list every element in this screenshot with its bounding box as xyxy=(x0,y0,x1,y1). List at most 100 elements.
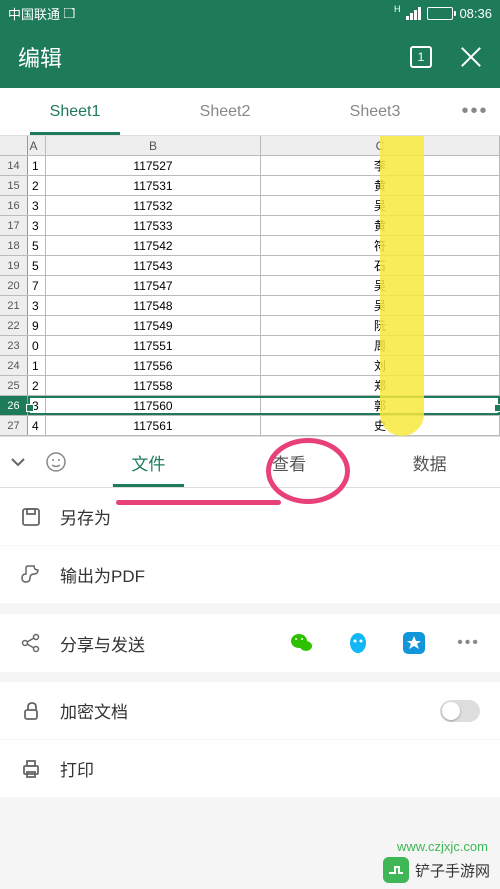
share-more-button[interactable]: ••• xyxy=(457,634,480,652)
row-number[interactable]: 25 xyxy=(0,376,28,395)
cell[interactable]: 周 xyxy=(261,336,500,355)
collapse-button[interactable] xyxy=(10,454,26,470)
cell[interactable]: 1 xyxy=(28,356,46,375)
cell[interactable]: 2 xyxy=(28,176,46,195)
row-number[interactable]: 19 xyxy=(0,256,28,275)
row-number[interactable]: 21 xyxy=(0,296,28,315)
table-row[interactable]: 230117551周 xyxy=(0,336,500,356)
row-number[interactable]: 26 xyxy=(0,396,28,415)
tab-view[interactable]: 查看 xyxy=(219,437,360,487)
column-header-b[interactable]: B xyxy=(46,136,261,155)
table-row[interactable]: 263117560郭 xyxy=(0,396,500,416)
table-row[interactable]: 229117549阮 xyxy=(0,316,500,336)
cell[interactable]: 郑 xyxy=(261,376,500,395)
wechat-icon[interactable] xyxy=(289,630,315,656)
tab-data[interactable]: 数据 xyxy=(359,437,500,487)
sheet-tab-2[interactable]: Sheet2 xyxy=(150,88,300,135)
cell[interactable]: 黄 xyxy=(261,176,500,195)
cell[interactable]: 4 xyxy=(28,416,46,435)
column-header-a[interactable]: A xyxy=(28,136,46,155)
sheet-tab-3[interactable]: Sheet3 xyxy=(300,88,450,135)
table-row[interactable]: 252117558郑 xyxy=(0,376,500,396)
table-row[interactable]: 213117548吴 xyxy=(0,296,500,316)
table-row[interactable]: 152117531黄 xyxy=(0,176,500,196)
sheet-tabs-more-button[interactable]: ••• xyxy=(450,100,500,123)
table-row[interactable]: 207117547吴 xyxy=(0,276,500,296)
table-row[interactable]: 163117532吴 xyxy=(0,196,500,216)
cell[interactable]: 吴 xyxy=(261,276,500,295)
row-number[interactable]: 17 xyxy=(0,216,28,235)
cell[interactable]: 史 xyxy=(261,416,500,435)
table-row[interactable]: 195117543石 xyxy=(0,256,500,276)
row-number[interactable]: 18 xyxy=(0,236,28,255)
tab-file[interactable]: 文件 xyxy=(78,437,219,487)
row-number[interactable]: 15 xyxy=(0,176,28,195)
cell[interactable]: 1 xyxy=(28,156,46,175)
cell[interactable]: 117556 xyxy=(46,356,261,375)
cell[interactable]: 2 xyxy=(28,376,46,395)
table-row[interactable]: 274117561史 xyxy=(0,416,500,436)
cell[interactable]: 3 xyxy=(28,296,46,315)
cell[interactable]: 3 xyxy=(28,396,46,415)
menu-save-as[interactable]: 另存为 xyxy=(0,488,500,546)
row-number[interactable]: 20 xyxy=(0,276,28,295)
menu-encrypt[interactable]: 加密文档 xyxy=(0,682,500,740)
cell[interactable]: 117542 xyxy=(46,236,261,255)
cell[interactable]: 吴 xyxy=(261,296,500,315)
cell[interactable]: 117532 xyxy=(46,196,261,215)
cell[interactable]: 9 xyxy=(28,316,46,335)
cell[interactable]: 117547 xyxy=(46,276,261,295)
cell[interactable]: 117549 xyxy=(46,316,261,335)
table-row[interactable]: 141117527李 xyxy=(0,156,500,176)
cell[interactable]: 3 xyxy=(28,196,46,215)
cell[interactable]: 0 xyxy=(28,336,46,355)
cell[interactable]: 3 xyxy=(28,216,46,235)
row-number[interactable]: 27 xyxy=(0,416,28,435)
close-button[interactable] xyxy=(460,46,482,68)
encrypt-toggle[interactable] xyxy=(440,700,480,722)
cell[interactable]: 阮 xyxy=(261,316,500,335)
cell[interactable]: 117533 xyxy=(46,216,261,235)
row-number[interactable]: 16 xyxy=(0,196,28,215)
cell[interactable]: 117548 xyxy=(46,296,261,315)
app-header: 编辑 1 xyxy=(0,26,500,88)
sheet-tabs: Sheet1 Sheet2 Sheet3 ••• xyxy=(0,88,500,136)
star-app-icon[interactable] xyxy=(401,630,427,656)
table-row[interactable]: 173117533黄 xyxy=(0,216,500,236)
cell[interactable]: 符 xyxy=(261,236,500,255)
share-icon xyxy=(20,632,42,654)
cell[interactable]: 117561 xyxy=(46,416,261,435)
row-number[interactable]: 14 xyxy=(0,156,28,175)
spreadsheet[interactable]: A B C 141117527李152117531黄163117532吴1731… xyxy=(0,136,500,436)
sheet-tab-1[interactable]: Sheet1 xyxy=(0,88,150,135)
corner-cell[interactable] xyxy=(0,136,28,155)
table-row[interactable]: 185117542符 xyxy=(0,236,500,256)
toolbar-tabs: 文件 查看 数据 xyxy=(0,436,500,488)
row-number[interactable]: 23 xyxy=(0,336,28,355)
column-header-c[interactable]: C xyxy=(261,136,500,155)
cell[interactable]: 117560 xyxy=(46,396,261,415)
cell[interactable]: 刘 xyxy=(261,356,500,375)
table-row[interactable]: 241117556刘 xyxy=(0,356,500,376)
cell[interactable]: 7 xyxy=(28,276,46,295)
cell[interactable]: 117558 xyxy=(46,376,261,395)
row-number[interactable]: 24 xyxy=(0,356,28,375)
cell[interactable]: 117543 xyxy=(46,256,261,275)
menu-share[interactable]: 分享与发送 ••• xyxy=(0,614,500,672)
menu-export-pdf[interactable]: 输出为PDF xyxy=(0,546,500,604)
row-number[interactable]: 22 xyxy=(0,316,28,335)
cell[interactable]: 郭 xyxy=(261,396,500,415)
cell[interactable]: 黄 xyxy=(261,216,500,235)
cell[interactable]: 吴 xyxy=(261,196,500,215)
cell[interactable]: 117527 xyxy=(46,156,261,175)
cell[interactable]: 117551 xyxy=(46,336,261,355)
cell[interactable]: 李 xyxy=(261,156,500,175)
qq-icon[interactable] xyxy=(345,630,371,656)
menu-print[interactable]: 打印 xyxy=(0,740,500,798)
cell[interactable]: 5 xyxy=(28,236,46,255)
cell[interactable]: 石 xyxy=(261,256,500,275)
window-count-button[interactable]: 1 xyxy=(410,46,432,68)
assistant-icon[interactable] xyxy=(44,450,68,474)
cell[interactable]: 5 xyxy=(28,256,46,275)
cell[interactable]: 117531 xyxy=(46,176,261,195)
